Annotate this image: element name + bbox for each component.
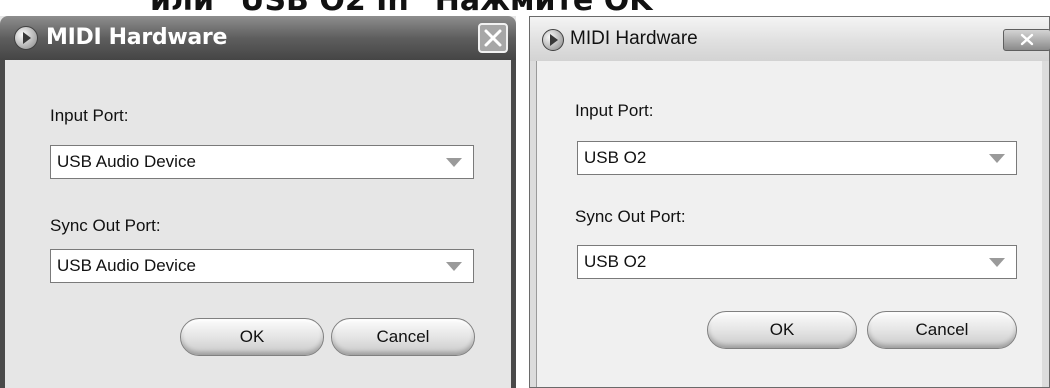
sync-out-port-value: USB O2 [584, 252, 647, 271]
close-button[interactable] [478, 23, 508, 53]
midi-play-icon [14, 26, 38, 50]
chevron-down-icon [446, 262, 462, 271]
close-icon [1020, 33, 1034, 46]
chevron-down-icon [446, 158, 462, 167]
midi-hardware-dialog-vista: MIDI Hardware Input Port: USB O2 Sync Ou… [529, 16, 1050, 388]
input-port-label: Input Port: [575, 101, 654, 120]
sync-out-port-label: Sync Out Port: [575, 207, 686, 226]
ok-button[interactable]: OK [180, 318, 324, 356]
midi-hardware-dialog-xp: MIDI Hardware Input Port: USB Audio Devi… [0, 16, 516, 388]
input-port-dropdown[interactable]: USB Audio Device [50, 145, 474, 179]
input-port-dropdown[interactable]: USB O2 [577, 141, 1017, 175]
input-port-value: USB O2 [584, 148, 647, 167]
ok-button[interactable]: OK [707, 311, 857, 349]
input-port-value: USB Audio Device [57, 152, 196, 171]
cancel-button[interactable]: Cancel [331, 318, 475, 356]
midi-play-icon [542, 29, 564, 51]
title-bar[interactable]: MIDI Hardware [0, 16, 516, 60]
chevron-down-icon [989, 258, 1005, 267]
window-frame-left [0, 60, 5, 388]
sync-out-port-value: USB Audio Device [57, 256, 196, 275]
window-title: MIDI Hardware [570, 28, 698, 49]
window-frame-right [511, 60, 516, 388]
sync-out-port-dropdown[interactable]: USB Audio Device [50, 249, 474, 283]
dialog-client-area: Input Port: USB O2 Sync Out Port: USB O2… [536, 61, 1042, 387]
sync-out-port-dropdown[interactable]: USB O2 [577, 245, 1017, 279]
close-button[interactable] [1003, 29, 1050, 51]
cancel-button[interactable]: Cancel [867, 311, 1017, 349]
caption-text: или "USB O2 In" Нажмите OK [150, 0, 653, 18]
sync-out-port-label: Sync Out Port: [50, 216, 161, 235]
title-bar[interactable]: MIDI Hardware [530, 17, 1050, 61]
chevron-down-icon [989, 154, 1005, 163]
window-title: MIDI Hardware [46, 25, 228, 50]
close-icon [484, 29, 502, 47]
input-port-label: Input Port: [50, 106, 129, 125]
